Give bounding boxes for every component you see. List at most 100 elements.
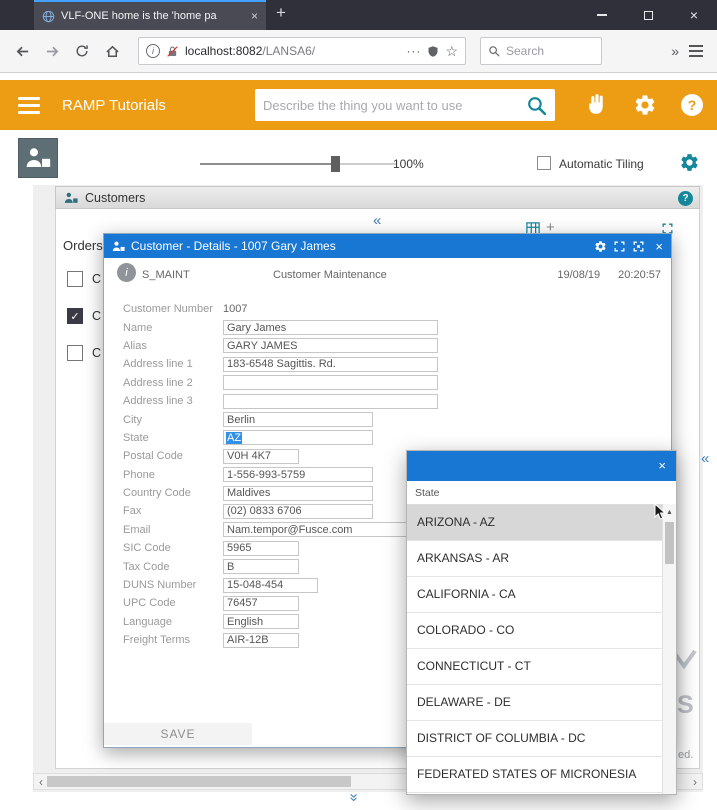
picker-scrollbar-thumb[interactable] [665,522,674,564]
customers-help-icon[interactable]: ? [678,191,693,206]
customer-icon [112,240,125,253]
bookmark-star-icon[interactable]: ☆ [445,43,458,60]
tab-title: VLF-ONE home is the 'home pa [61,10,245,22]
state-input[interactable]: AZ [223,430,373,445]
close-window-button[interactable]: × [671,0,717,30]
content-gap [0,73,717,80]
app-search-box[interactable] [255,89,555,121]
picker-titlebar[interactable]: × [407,451,676,481]
customer-number-value: 1007 [223,303,247,315]
mouse-cursor-icon [651,503,669,526]
app-search-input[interactable] [263,98,520,113]
state-option[interactable]: ARIZONA - AZ [407,505,662,541]
upc-code-input[interactable] [223,596,299,611]
freight-terms-input[interactable] [223,633,299,648]
picker-field-label: State [415,487,440,499]
scroll-right-icon[interactable]: › [688,774,702,789]
url-text: localhost:8082/LANSA6/ [185,44,400,58]
alias-input[interactable] [223,338,438,353]
duns-number-input[interactable] [223,578,318,593]
hand-icon[interactable] [584,92,609,117]
menu-icon[interactable] [689,45,703,57]
city-input[interactable] [223,412,373,427]
filter-checkbox-checked[interactable]: ✓ [67,308,83,324]
scroll-left-icon[interactable]: ‹ [34,774,48,789]
sic-code-input[interactable] [223,541,299,556]
program-name: S_MAINT [142,269,190,281]
phone-input[interactable] [223,467,373,482]
state-option[interactable]: FEDERATED STATES OF MICRONESIA [407,757,662,793]
customers-tile-button[interactable] [18,138,58,178]
help-icon[interactable]: ? [681,94,703,116]
scale-to-fit-icon[interactable] [613,240,626,253]
browser-tab[interactable]: VLF-ONE home is the 'home pa × [34,0,266,30]
automatic-tiling-checkbox[interactable] [537,156,551,170]
tab-close-icon[interactable]: × [251,10,258,22]
reload-button[interactable] [68,37,96,65]
state-option[interactable]: ARKANSAS - AR [407,541,662,577]
back-button[interactable] [8,37,36,65]
tracking-shield-icon[interactable] [427,45,439,58]
app-menu-icon[interactable] [18,97,40,114]
address-line-2-input[interactable] [223,375,438,390]
filter-row: ✓ C [67,308,101,324]
state-option[interactable]: DISTRICT OF COLUMBIA - DC [407,721,662,757]
fax-input[interactable] [223,504,373,519]
language-input[interactable] [223,614,299,629]
state-picker-popup: × State ARIZONA - AZ ARKANSAS - AR CALIF… [406,450,677,795]
zoom-slider-fill [200,163,334,165]
layout-gear-icon[interactable] [679,152,700,173]
maximize-icon [644,11,653,20]
app-search-icon[interactable] [526,95,547,116]
home-button[interactable] [98,37,126,65]
dialog-datetime: 19/08/19 20:20:57 [557,269,661,281]
zoom-value: 100% [393,157,424,171]
panel-collapse-icon[interactable]: « [373,213,381,228]
browser-navbar: i localhost:8082/LANSA6/ ··· ☆ » [0,30,717,73]
dialog-time: 20:20:57 [618,269,661,281]
dialog-titlebar[interactable]: Customer - Details - 1007 Gary James × [104,234,671,258]
address-bar[interactable]: i localhost:8082/LANSA6/ ··· ☆ [138,37,466,65]
zoom-slider-handle[interactable] [331,156,340,172]
maximize-button[interactable] [625,0,671,30]
browser-window: VLF-ONE home is the 'home pa × + × i [0,0,717,810]
dialog-close-icon[interactable]: × [655,239,663,254]
country-code-input[interactable] [223,486,373,501]
state-option[interactable]: CONNECTICUT - CT [407,649,662,685]
name-input[interactable] [223,320,438,335]
search-icon [488,45,500,57]
picker-scrollbar[interactable]: ▲ [662,504,676,794]
filter-checkbox[interactable] [67,271,83,287]
customers-panel-header[interactable]: Customers ? [55,186,700,209]
address-line-3-input[interactable] [223,394,438,409]
postal-code-input[interactable] [223,449,299,464]
customers-panel-title: Customers [85,191,145,205]
filter-checkbox[interactable] [67,345,83,361]
settings-gear-icon[interactable] [633,93,657,117]
bottom-expand-icon[interactable]: « [346,793,361,801]
dialog-title: Customer - Details - 1007 Gary James [131,239,588,253]
browser-search-bar[interactable] [480,37,602,65]
forward-button[interactable] [38,37,66,65]
state-option[interactable]: DELAWARE - DE [407,685,662,721]
page-actions-icon[interactable]: ··· [406,44,421,58]
tax-code-input[interactable] [223,559,299,574]
insecure-lock-icon[interactable] [166,45,179,58]
browser-search-input[interactable] [506,44,576,58]
minimize-button[interactable] [579,0,625,30]
state-option[interactable]: COLORADO - CO [407,613,662,649]
app-toolbar: 100% Automatic Tiling [0,130,717,185]
actual-size-icon[interactable] [632,240,645,253]
dialog-date: 19/08/19 [557,269,600,281]
page-info-icon[interactable]: i [146,44,160,58]
dialog-gear-icon[interactable] [594,240,607,253]
right-collapse-icon[interactable]: « [701,451,709,466]
scrollbar-thumb[interactable] [47,776,351,787]
state-option[interactable]: CALIFORNIA - CA [407,577,662,613]
save-button[interactable]: SAVE [104,723,252,745]
toolbar-overflow-icon[interactable]: » [671,43,679,59]
new-tab-button[interactable]: + [276,3,286,23]
address-line-1-input[interactable] [223,357,438,372]
picker-close-icon[interactable]: × [658,458,666,473]
info-bubble-icon[interactable]: i [117,263,136,282]
